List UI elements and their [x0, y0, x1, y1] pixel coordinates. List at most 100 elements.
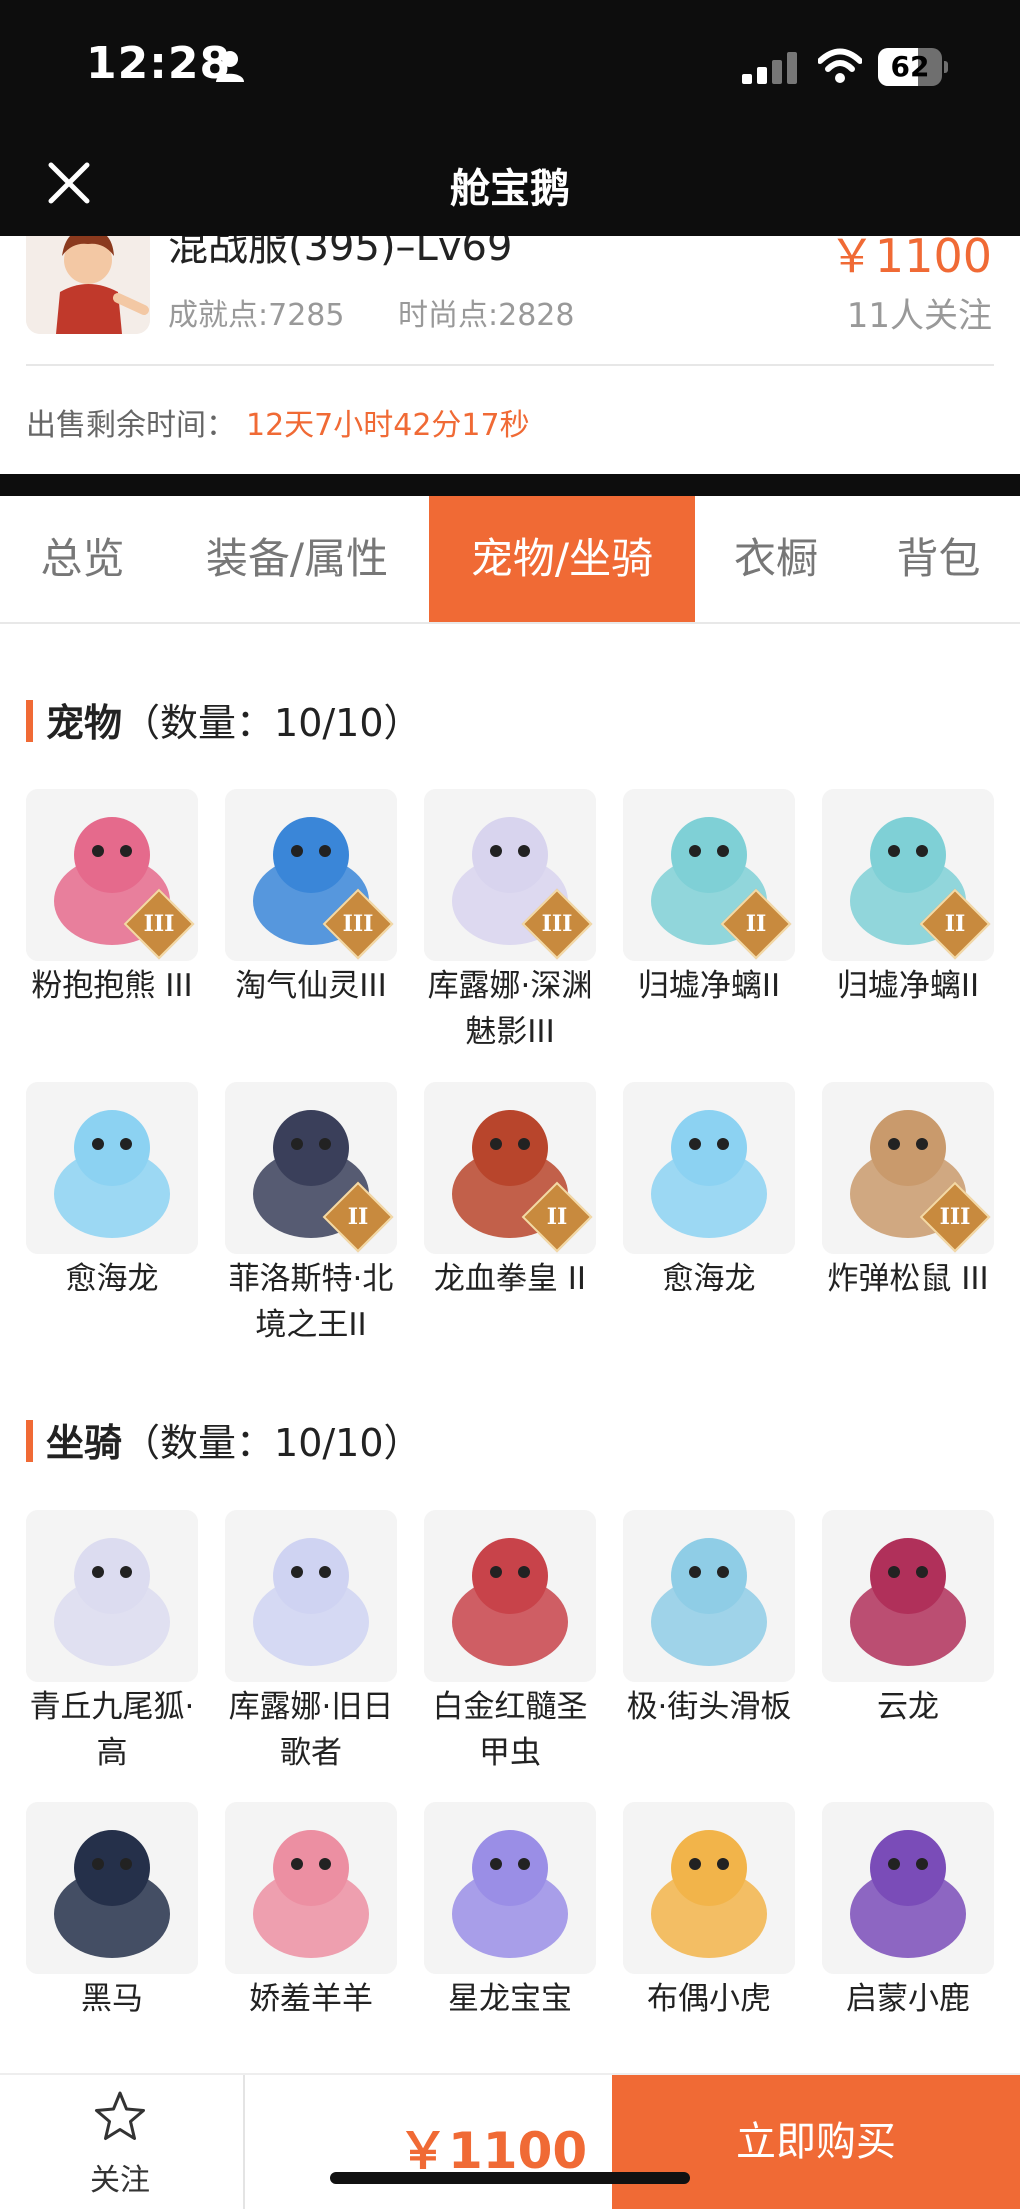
mount-name: 娇羞羊羊	[249, 1981, 373, 2017]
pet-image: II	[822, 789, 994, 961]
pet-image: III	[26, 789, 198, 961]
nav-bar: 舱宝鹅	[0, 132, 1020, 236]
mount-name: 布偶小虎	[647, 1981, 771, 2017]
pet-image: II	[623, 789, 795, 961]
mount-item[interactable]: 娇羞羊羊	[225, 1802, 397, 2022]
mount-image	[225, 1802, 397, 1974]
pet-name: 菲洛斯特·北境之王II	[228, 1261, 394, 1343]
follow-label: 关注	[90, 2163, 150, 2198]
rank-badge-label: III	[143, 911, 175, 937]
battery-icon: 62	[878, 48, 948, 86]
mounts-count: （数量：10/10）	[122, 1421, 422, 1465]
listing-price: ￥1100	[828, 236, 992, 283]
mount-name: 极·街头滑板	[626, 1689, 792, 1725]
mount-image	[424, 1802, 596, 1974]
pet-name: 淘气仙灵III	[235, 968, 387, 1004]
divider-band	[0, 474, 1020, 496]
character-avatar	[26, 236, 150, 334]
pet-item[interactable]: II 菲洛斯特·北境之王II	[225, 1082, 397, 1348]
pet-name: 愈海龙	[662, 1261, 756, 1297]
mount-name: 黑马	[81, 1981, 143, 2017]
mount-name: 星龙宝宝	[448, 1981, 572, 2017]
mount-name: 青丘九尾狐·高	[29, 1689, 195, 1771]
mount-name: 库露娜·旧日歌者	[228, 1689, 394, 1771]
status-bar: 12:28 62	[0, 0, 1020, 132]
pet-item[interactable]: II 归墟净螭II	[623, 789, 795, 1009]
mount-name: 白金红髓圣甲虫	[432, 1689, 588, 1771]
mount-item[interactable]: 白金红髓圣甲虫	[424, 1510, 596, 1776]
mount-image	[822, 1510, 994, 1682]
pets-count: （数量：10/10）	[122, 701, 422, 745]
pet-name: 归墟净螭II	[836, 968, 980, 1004]
follow-button[interactable]: 关注	[0, 2075, 240, 2209]
pet-name: 愈海龙	[65, 1261, 159, 1297]
follower-count: 11人关注	[846, 296, 992, 336]
mounts-title: 坐骑	[46, 1421, 123, 1465]
wifi-icon	[818, 48, 862, 83]
pet-item[interactable]: 愈海龙	[623, 1082, 795, 1302]
server-level: 混战服(395)–Lv69	[168, 236, 513, 270]
pet-image: II	[225, 1082, 397, 1254]
tab-pets-mounts[interactable]: 宠物/坐骑	[429, 496, 695, 622]
rank-badge-label: III	[342, 911, 374, 937]
rank-badge-label: II	[546, 1204, 568, 1230]
pet-image	[26, 1082, 198, 1254]
pet-name: 库露娜·深渊魅影III	[427, 968, 593, 1050]
pet-name: 归墟净螭II	[637, 968, 781, 1004]
star-icon	[95, 2091, 145, 2140]
mount-name: 云龙	[877, 1689, 939, 1725]
mount-image	[26, 1510, 198, 1682]
pet-item[interactable]: II 归墟净螭II	[822, 789, 994, 1009]
achievement-points: 成就点:7285	[168, 298, 345, 333]
rank-badge-label: III	[939, 1204, 971, 1230]
pet-item[interactable]: III 粉抱抱熊 III	[26, 789, 198, 1009]
remaining-time-label: 出售剩余时间：	[26, 408, 236, 443]
pet-name: 龙血拳皇 II	[433, 1261, 587, 1297]
pets-title: 宠物	[46, 701, 123, 745]
pet-image	[623, 1082, 795, 1254]
bottom-action-bar: 关注 ￥1100 立即购买	[0, 2073, 1020, 2209]
mount-item[interactable]: 极·街头滑板	[623, 1510, 795, 1730]
pet-image: III	[225, 789, 397, 961]
person-icon	[216, 51, 244, 82]
pet-image: III	[424, 789, 596, 961]
tab-equipment[interactable]: 装备/属性	[165, 496, 429, 622]
pet-item[interactable]: III 库露娜·深渊魅影III	[424, 789, 596, 1055]
rank-badge-label: III	[541, 911, 573, 937]
mount-item[interactable]: 黑马	[26, 1802, 198, 2022]
pet-name: 炸弹松鼠 III	[827, 1261, 989, 1297]
pet-item[interactable]: III 炸弹松鼠 III	[822, 1082, 994, 1302]
pet-image: III	[822, 1082, 994, 1254]
home-indicator	[330, 2172, 690, 2184]
tab-overview[interactable]: 总览	[0, 496, 165, 622]
pet-item[interactable]: II 龙血拳皇 II	[424, 1082, 596, 1302]
mount-image	[225, 1510, 397, 1682]
fashion-points: 时尚点:2828	[398, 298, 575, 333]
remaining-time-value: 12天7小时42分17秒	[246, 408, 530, 443]
battery-level: 62	[890, 50, 930, 83]
buy-now-button[interactable]: 立即购买	[612, 2075, 1020, 2209]
divider	[26, 364, 994, 366]
tab-backpack[interactable]: 背包	[857, 496, 1020, 622]
mount-image	[26, 1802, 198, 1974]
mount-item[interactable]: 启蒙小鹿	[822, 1802, 994, 2022]
pet-item[interactable]: III 淘气仙灵III	[225, 789, 397, 1009]
mount-item[interactable]: 库露娜·旧日歌者	[225, 1510, 397, 1776]
mount-image	[424, 1510, 596, 1682]
rank-badge-label: II	[745, 911, 767, 937]
mount-item[interactable]: 云龙	[822, 1510, 994, 1730]
tab-bar: 总览 装备/属性 宠物/坐骑 衣橱 背包	[0, 496, 1020, 624]
rank-badge-label: II	[944, 911, 966, 937]
pet-item[interactable]: 愈海龙	[26, 1082, 198, 1302]
mount-image	[822, 1802, 994, 1974]
mount-item[interactable]: 布偶小虎	[623, 1802, 795, 2022]
mount-name: 启蒙小鹿	[846, 1981, 970, 2017]
cellular-signal-icon	[742, 52, 797, 84]
mount-item[interactable]: 青丘九尾狐·高	[26, 1510, 198, 1776]
mount-item[interactable]: 星龙宝宝	[424, 1802, 596, 2022]
tab-wardrobe[interactable]: 衣橱	[695, 496, 857, 622]
rank-badge-label: II	[347, 1204, 369, 1230]
listing-summary: 混战服(395)–Lv69 成就点:7285 时尚点:2828 ￥1100 11…	[0, 236, 1020, 474]
pet-image: II	[424, 1082, 596, 1254]
mount-image	[623, 1510, 795, 1682]
